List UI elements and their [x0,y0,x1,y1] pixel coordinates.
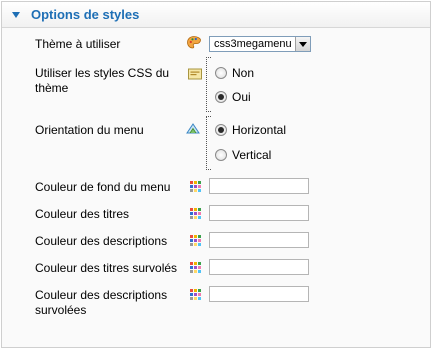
palette-swatch [194,212,197,215]
css-icon [187,66,203,82]
orientation-label: Orientation du menu [35,123,144,137]
color-palette-icon [190,289,202,301]
palette-swatch [198,235,201,238]
palette-swatch [194,185,197,188]
palette-swatch [190,262,193,265]
use-css-radio-non[interactable] [215,67,227,79]
palette-swatch [190,239,193,242]
color-label-titles: Couleur des titres [35,207,130,221]
collapse-triangle-icon[interactable] [12,12,20,18]
palette-swatch [198,243,201,246]
palette-swatch [194,208,197,211]
palette-swatch [198,270,201,273]
palette-swatch [190,289,193,292]
palette-swatch [194,262,197,265]
palette-swatch [198,212,201,215]
color-palette-icon [190,208,202,220]
palette-swatch [198,297,201,300]
palette-swatch [190,216,193,219]
palette-swatch [194,235,197,238]
palette-swatch [190,270,193,273]
color-input-descriptions[interactable] [209,232,309,248]
color-label-titles-hover: Couleur des titres survolés [35,261,178,275]
palette-swatch [190,235,193,238]
palette-swatch [194,216,197,219]
palette-swatch [190,181,193,184]
color-label-descriptions-hover: Couleur des descriptions survolées [35,288,168,317]
palette-swatch [198,208,201,211]
palette-swatch [198,216,201,219]
palette-swatch [198,266,201,269]
palette-swatch [198,239,201,242]
palette-swatch [190,297,193,300]
use-css-group-bracket [206,57,211,112]
palette-swatch [194,243,197,246]
use-css-option-oui-label[interactable]: Oui [232,90,251,104]
palette-swatch [190,212,193,215]
palette-swatch [194,270,197,273]
palette-swatch [194,289,197,292]
theme-label: Thème à utiliser [35,37,121,51]
palette-swatch [190,208,193,211]
orientation-radio-vertical[interactable] [215,149,227,161]
orientation-radio-horizontal[interactable] [215,124,227,136]
color-palette-icon [190,181,202,193]
palette-swatch [194,189,197,192]
palette-swatch [194,297,197,300]
color-input-menu-background[interactable] [209,178,309,194]
orientation-option-horizontal-label[interactable]: Horizontal [232,123,286,137]
panel-title: Options de styles [31,7,140,22]
orientation-option-vertical-label[interactable]: Vertical [232,148,271,162]
color-label-descriptions: Couleur des descriptions [35,234,168,248]
palette-swatch [194,239,197,242]
palette-swatch [190,293,193,296]
palette-swatch [190,243,193,246]
palette-swatch [198,189,201,192]
use-css-radio-oui[interactable] [215,91,227,103]
theme-palette-icon [186,35,202,51]
color-palette-icon [190,262,202,274]
panel-header[interactable]: Options de styles [2,2,430,28]
use-css-label: Utiliser les styles CSS du thème [35,66,170,95]
palette-swatch [194,181,197,184]
theme-select[interactable]: css3megamenu [209,36,311,52]
color-input-titles[interactable] [209,205,309,221]
palette-swatch [198,262,201,265]
orientation-icon [185,120,201,136]
palette-swatch [190,189,193,192]
color-input-titles-hover[interactable] [209,259,309,275]
palette-swatch [194,266,197,269]
color-palette-icon [190,235,202,247]
color-input-descriptions-hover[interactable] [209,286,309,302]
palette-swatch [198,293,201,296]
palette-swatch [198,289,201,292]
theme-select-value: css3megamenu [214,38,292,50]
palette-swatch [190,185,193,188]
orientation-group-bracket [206,116,211,170]
palette-swatch [194,293,197,296]
use-css-option-non-label[interactable]: Non [232,66,254,80]
color-label-menu-background: Couleur de fond du menu [35,180,171,194]
palette-swatch [198,185,201,188]
palette-swatch [198,181,201,184]
palette-swatch [190,266,193,269]
chevron-down-icon[interactable] [295,37,310,51]
